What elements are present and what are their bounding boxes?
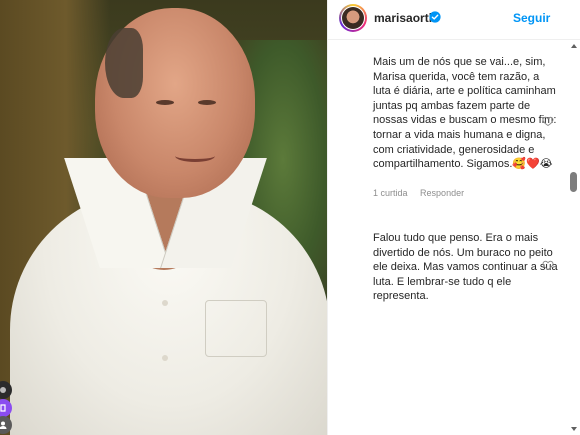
comments-scrollbar[interactable] [569,38,579,435]
username-link[interactable]: marisaorth [374,11,436,25]
heart-outline-icon[interactable] [542,115,554,127]
heart-outline-icon[interactable] [542,259,554,271]
profile-avatar[interactable] [339,4,367,32]
comment-meta: 1 curtida Responder [373,188,474,198]
follow-button[interactable]: Seguir [513,11,550,25]
comment-text: Mais um de nós que se vai...e, sim, Mari… [373,56,557,171]
comment-text: Falou tudo que penso. Era o mais diverti… [373,232,558,303]
scroll-down-icon[interactable] [571,427,577,431]
scroll-up-icon[interactable] [571,44,577,48]
verified-badge-icon [429,11,441,23]
like-count[interactable]: 1 curtida [373,188,408,198]
post-header: marisaorth Seguir [328,0,580,40]
comments-panel: marisaorth Seguir Mais um de nós que se … [327,0,580,435]
reply-button[interactable]: Responder [420,188,464,198]
scroll-thumb[interactable] [570,172,577,192]
post-photo[interactable] [0,0,327,435]
